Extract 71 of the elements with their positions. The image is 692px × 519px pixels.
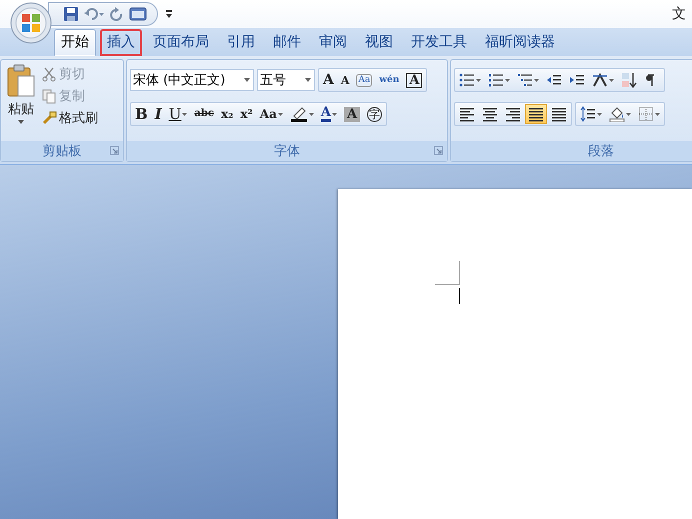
align-right-icon (505, 106, 521, 122)
dialog-launcher-icon[interactable] (110, 146, 119, 155)
caret-icon (597, 112, 602, 116)
caret-icon (626, 112, 631, 116)
format-button[interactable]: U (166, 104, 190, 124)
ribbon-tab[interactable]: 视图 (358, 29, 400, 56)
bullets-icon (459, 72, 475, 88)
borders-icon (638, 106, 654, 122)
scissors-icon (42, 66, 57, 82)
format-button[interactable]: A (338, 70, 352, 90)
caret-icon (305, 78, 311, 82)
format-button[interactable]: A (318, 104, 340, 124)
dialog-launcher-icon[interactable] (434, 146, 443, 155)
ribbon-tab[interactable]: 邮件 (266, 29, 308, 56)
group-label: 字体 (274, 143, 300, 160)
copy-icon (42, 88, 57, 104)
ribbon-tab[interactable]: 福昕阅读器 (478, 29, 562, 56)
caret-icon (505, 78, 510, 82)
brush-icon (42, 110, 57, 126)
clipboard-icon (6, 64, 36, 98)
group-label: 剪贴板 (42, 143, 82, 160)
caret-icon (534, 78, 539, 82)
save-icon[interactable] (63, 6, 79, 22)
caret-icon (332, 112, 337, 116)
caret-icon (18, 120, 24, 124)
caret-icon (244, 78, 250, 82)
format-button[interactable]: abc (191, 104, 217, 124)
format-button[interactable]: B (132, 104, 151, 124)
ribbon-tab[interactable]: 引用 (220, 29, 262, 56)
paint-bucket-icon (609, 106, 625, 122)
align-justify-icon (528, 106, 544, 122)
ribbon-tab[interactable]: 开发工具 (404, 29, 474, 56)
ribbon-tab[interactable]: 开始 (54, 29, 96, 56)
format-button[interactable]: I (152, 104, 165, 124)
align-center-icon (482, 106, 498, 122)
ribbon-tab[interactable]: 审阅 (312, 29, 354, 56)
dropdown-field[interactable]: 宋体 (中文正文) (130, 69, 254, 91)
ribbon-tab[interactable]: 页面布局 (146, 29, 216, 56)
format-button[interactable]: A (320, 70, 337, 90)
line-spacing-icon (580, 106, 596, 122)
undo-icon[interactable] (83, 6, 105, 22)
window-title: 文 (672, 5, 687, 23)
caret-icon (609, 78, 614, 82)
format-button[interactable]: x² (237, 104, 256, 124)
clipboard-command[interactable]: 格式刷 (42, 108, 98, 128)
customize-menu-icon[interactable] (164, 8, 174, 20)
ribbon-tab[interactable]: 插入 (100, 29, 142, 56)
caret-icon (655, 112, 660, 116)
dropdown-field[interactable]: 五号 (257, 69, 315, 91)
caret-icon (308, 112, 314, 116)
align-distributed-icon (551, 106, 567, 122)
text-cursor (459, 288, 460, 304)
highlighter-icon (290, 106, 308, 122)
redo-icon[interactable] (109, 6, 125, 22)
format-button[interactable]: wén (376, 70, 402, 90)
format-button[interactable]: Aa (353, 70, 376, 90)
caret-icon (476, 78, 481, 82)
paste-button[interactable]: 粘贴 (4, 64, 38, 137)
numbered-list-icon (488, 72, 504, 88)
window-icon[interactable] (129, 6, 147, 22)
caret-icon (182, 112, 188, 116)
margin-corner-icon (435, 261, 461, 287)
group-label: 段落 (588, 143, 614, 160)
align-button[interactable] (525, 104, 547, 124)
format-button[interactable]: Aa (256, 104, 286, 124)
caret-icon (278, 112, 283, 116)
align-left-icon (459, 106, 475, 122)
sort-icon (621, 72, 637, 88)
format-button[interactable]: x₂ (218, 104, 236, 124)
text-layout-icon (592, 72, 608, 88)
multilevel-list-icon (517, 72, 533, 88)
